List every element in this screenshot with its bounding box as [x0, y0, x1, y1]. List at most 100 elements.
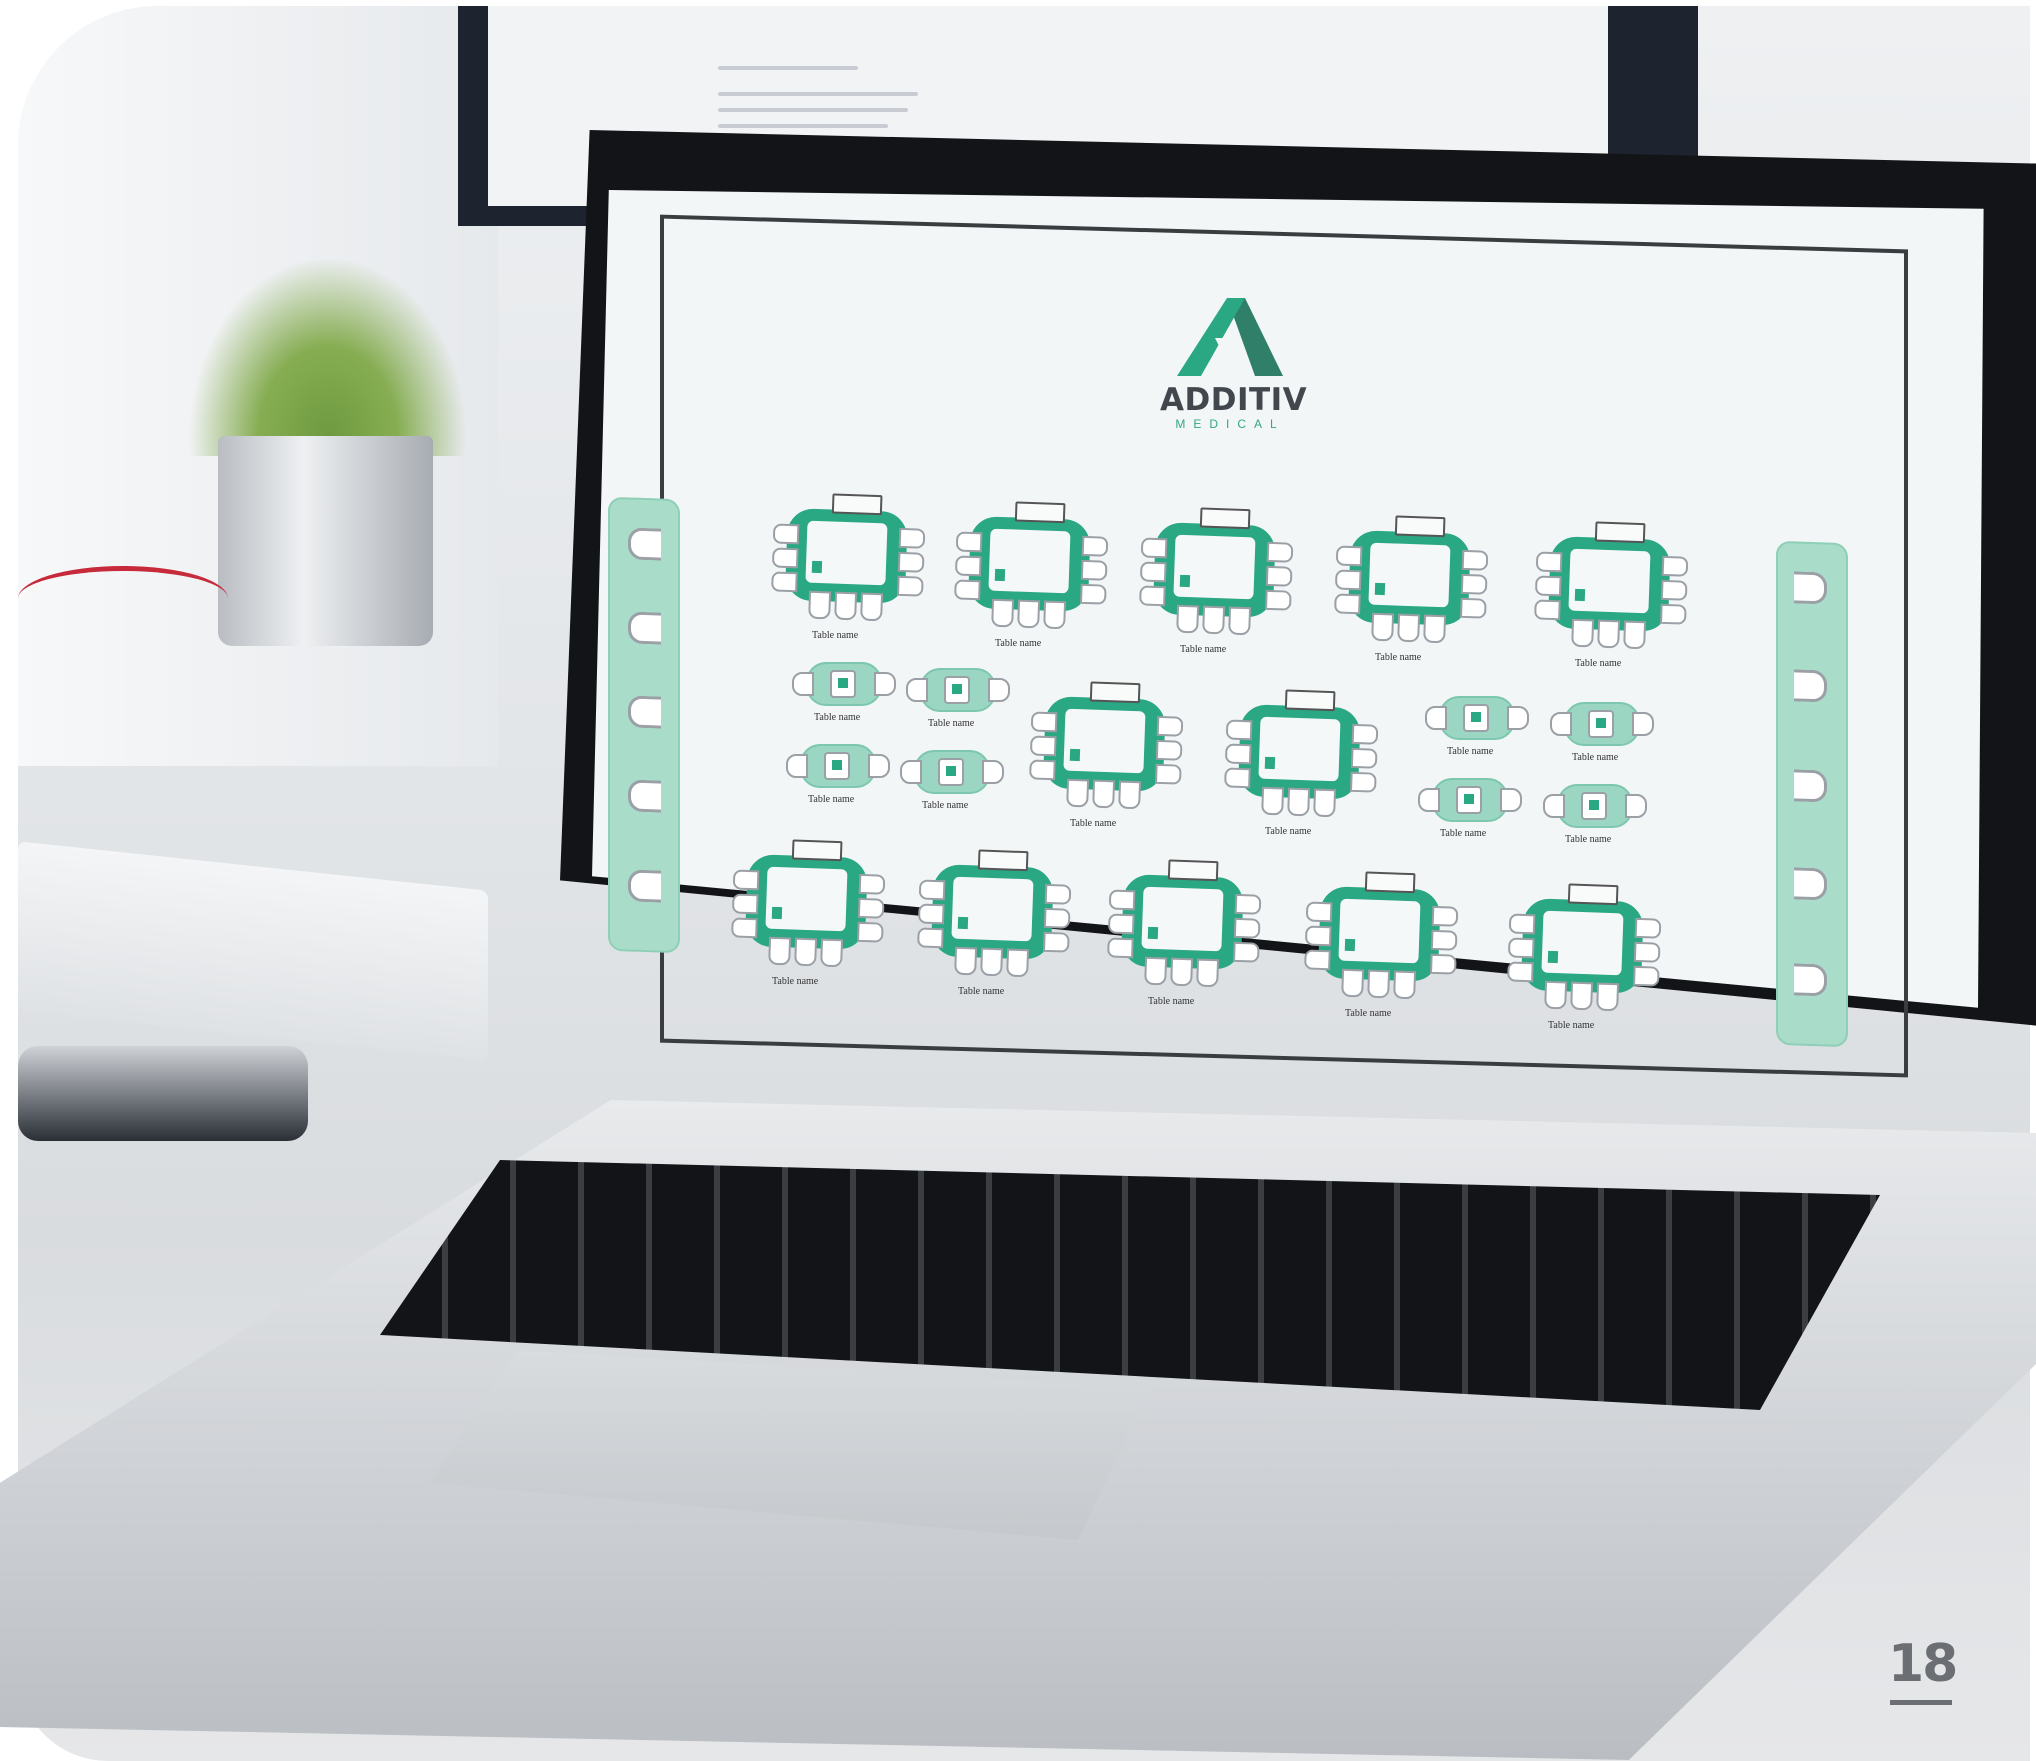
table-card	[1014, 501, 1066, 524]
chair	[858, 873, 886, 895]
chair	[917, 927, 944, 949]
chair	[988, 678, 1010, 702]
large-table[interactable]	[952, 497, 1109, 650]
small-table[interactable]	[786, 740, 890, 790]
chair	[1418, 788, 1440, 812]
small-table[interactable]	[900, 746, 1004, 796]
table-name-label: Table name	[958, 986, 1005, 997]
large-table[interactable]	[915, 845, 1072, 998]
rail-seat	[628, 779, 661, 813]
table-card	[1394, 515, 1446, 538]
table-name-label: Table name	[1375, 652, 1422, 663]
page-number: 18	[1888, 1634, 1958, 1694]
table-marker-icon	[1344, 938, 1356, 952]
table-card	[977, 849, 1029, 872]
table-top	[1368, 542, 1451, 608]
table-name-label: Table name	[814, 712, 861, 723]
large-table[interactable]	[1027, 677, 1184, 830]
table-top	[1063, 708, 1146, 774]
large-table[interactable]	[1302, 867, 1459, 1020]
table-name-label: Table name	[928, 718, 975, 729]
chair	[874, 672, 896, 696]
chair	[1265, 565, 1293, 587]
table-marker-icon	[1574, 588, 1586, 602]
chair	[771, 547, 799, 569]
external-keyboard	[18, 841, 488, 1061]
table-top	[765, 866, 848, 932]
large-table[interactable]	[1505, 879, 1662, 1032]
chair	[980, 947, 1004, 977]
chair	[1507, 937, 1535, 959]
chair	[1623, 620, 1647, 650]
rail-seat	[1794, 867, 1827, 901]
chair	[1461, 549, 1489, 571]
chair	[1460, 573, 1488, 595]
chair	[1371, 612, 1395, 642]
red-cable	[18, 566, 228, 631]
table-name-label: Table name	[1447, 746, 1494, 757]
chair	[896, 575, 924, 597]
table-marker-icon	[1463, 704, 1489, 732]
table-name-label: Table name	[812, 630, 859, 641]
chair	[1305, 901, 1333, 923]
table-marker-icon	[771, 906, 783, 920]
monitor-text-line	[718, 92, 918, 96]
table-name-label: Table name	[1265, 826, 1312, 837]
chair	[1139, 561, 1167, 583]
table-marker-icon	[1547, 950, 1559, 964]
large-table[interactable]	[1332, 511, 1489, 664]
chair	[1430, 929, 1458, 951]
chair	[1234, 893, 1262, 915]
rail-seat	[1794, 963, 1827, 997]
chair	[954, 579, 981, 601]
chair	[906, 678, 928, 702]
table-name-label: Table name	[1575, 658, 1622, 669]
large-table[interactable]	[1532, 517, 1689, 670]
table-name-label: Table name	[1565, 834, 1612, 845]
chair	[1304, 925, 1332, 947]
small-table[interactable]	[1418, 774, 1522, 824]
small-table[interactable]	[1425, 692, 1529, 742]
large-table[interactable]	[729, 835, 886, 988]
chair	[1341, 968, 1365, 998]
small-table[interactable]	[792, 658, 896, 708]
chair	[857, 897, 885, 919]
chair	[1264, 589, 1292, 611]
small-table[interactable]	[1550, 698, 1654, 748]
table-marker-icon	[830, 670, 856, 698]
page-number-underline	[1890, 1700, 1952, 1705]
chair	[1108, 889, 1136, 911]
table-card	[1167, 859, 1219, 882]
chair	[1508, 913, 1536, 935]
chair	[1659, 603, 1687, 625]
chair	[1367, 969, 1391, 999]
chair	[1081, 535, 1109, 557]
small-table[interactable]	[1543, 780, 1647, 830]
large-table[interactable]	[1222, 685, 1379, 838]
table-top	[1568, 548, 1651, 614]
chair	[1625, 794, 1647, 818]
table-name-label: Table name	[1070, 818, 1117, 829]
chair	[1397, 613, 1421, 643]
chair	[1632, 965, 1660, 987]
large-table[interactable]	[1105, 855, 1262, 1008]
chair	[1313, 788, 1337, 818]
chair	[731, 917, 758, 939]
table-top	[1541, 910, 1624, 976]
table-marker-icon	[1588, 710, 1614, 738]
chair	[1570, 981, 1594, 1011]
table-marker-icon	[811, 560, 823, 574]
chair	[1066, 778, 1090, 808]
chair	[1232, 941, 1260, 963]
chair	[1507, 706, 1529, 730]
chair	[1335, 545, 1363, 567]
table-marker-icon	[944, 676, 970, 704]
chair	[1550, 712, 1572, 736]
chair	[1118, 780, 1142, 810]
table-name-label: Table name	[1148, 996, 1195, 1007]
small-table[interactable]	[906, 664, 1010, 714]
large-table[interactable]	[1137, 503, 1294, 656]
large-table[interactable]	[769, 489, 926, 642]
table-marker-icon	[1456, 786, 1482, 814]
chair	[1543, 794, 1565, 818]
